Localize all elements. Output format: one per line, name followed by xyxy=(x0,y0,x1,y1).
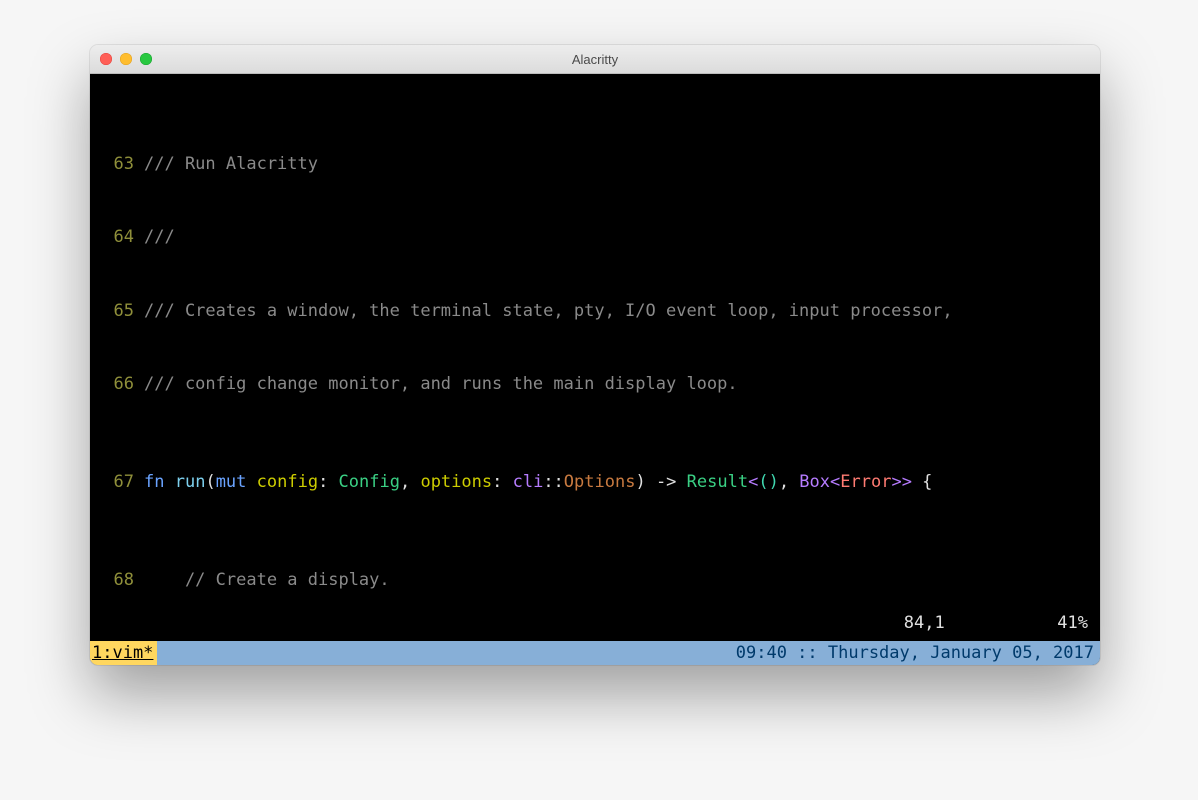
code-text: // Create a display. xyxy=(144,568,1090,593)
code-area: 63 /// Run Alacritty 64 /// 65 /// Creat… xyxy=(100,78,1090,665)
line-number: 68 xyxy=(100,568,144,593)
line-number: 63 xyxy=(100,152,144,177)
tmux-window-tab[interactable]: 1:vim* xyxy=(90,641,157,665)
tmux-status-bar[interactable]: 1:vim* 09:40 :: Thursday, January 05, 20… xyxy=(90,641,1100,665)
tmux-clock: 09:40 :: Thursday, January 05, 2017 xyxy=(736,641,1100,665)
window-title: Alacritty xyxy=(90,52,1100,67)
code-line: 66 /// config change monitor, and runs t… xyxy=(100,372,1090,397)
code-line: 68 // Create a display. xyxy=(100,568,1090,593)
terminal-area[interactable]: 63 /// Run Alacritty 64 /// 65 /// Creat… xyxy=(90,74,1100,665)
code-line: 67 fn run(mut config: Config, options: c… xyxy=(100,470,1090,495)
code-text: /// config change monitor, and runs the … xyxy=(144,372,1090,397)
code-text: /// Run Alacritty xyxy=(144,152,1090,177)
vim-status: 84,1 41% xyxy=(904,611,1088,636)
titlebar[interactable]: Alacritty xyxy=(90,45,1100,74)
code-text: fn run(mut config: Config, options: cli:… xyxy=(144,470,1090,495)
alacritty-window: Alacritty 63 /// Run Alacritty 64 /// 65… xyxy=(90,45,1100,665)
maximize-icon[interactable] xyxy=(140,53,152,65)
code-line: 64 /// xyxy=(100,225,1090,250)
line-number: 67 xyxy=(100,470,144,495)
line-number: 64 xyxy=(100,225,144,250)
code-text: /// Creates a window, the terminal state… xyxy=(144,299,1090,324)
code-line: 65 /// Creates a window, the terminal st… xyxy=(100,299,1090,324)
code-text: /// xyxy=(144,225,1090,250)
line-number: 66 xyxy=(100,372,144,397)
vim-scroll-pct: 41% xyxy=(1057,613,1088,633)
line-number: 65 xyxy=(100,299,144,324)
code-line: 63 /// Run Alacritty xyxy=(100,152,1090,177)
close-icon[interactable] xyxy=(100,53,112,65)
minimize-icon[interactable] xyxy=(120,53,132,65)
vim-cursor-pos: 84,1 xyxy=(904,613,945,633)
traffic-lights xyxy=(100,53,152,65)
